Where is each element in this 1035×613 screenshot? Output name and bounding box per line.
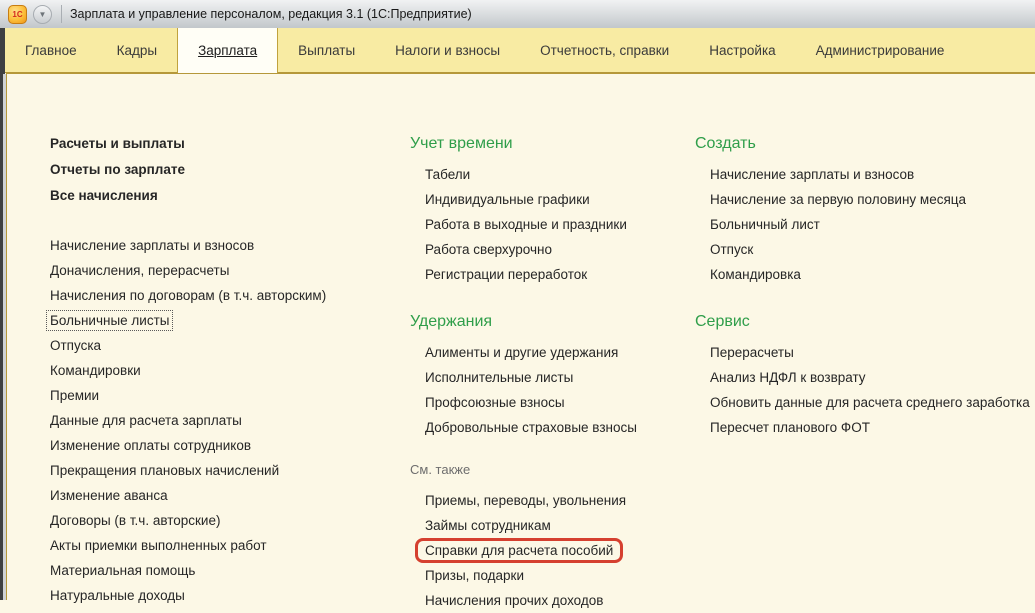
tab-zarplata[interactable]: Зарплата xyxy=(177,28,279,73)
tab-glavnoe[interactable]: Главное xyxy=(5,28,97,72)
menu-link[interactable]: Индивидуальные графики xyxy=(410,187,690,212)
menu-link-raschety-i-vyplaty[interactable]: Расчеты и выплаты xyxy=(50,131,380,157)
menu-link[interactable]: Перерасчеты xyxy=(695,340,1035,365)
menu-link[interactable]: Работа сверхурочно xyxy=(410,237,690,262)
menu-link[interactable]: Призы, подарки xyxy=(410,563,690,588)
red-highlight-box: Справки для расчета пособий xyxy=(415,538,624,563)
menu-link[interactable]: Займы сотрудникам xyxy=(410,513,690,538)
menu-column-right: Создать Начисление зарплаты и взносов На… xyxy=(695,131,1035,440)
section-header-uchet-vremeni: Учет времени xyxy=(410,135,513,152)
menu-link-focused[interactable]: Больничные листы xyxy=(46,308,380,333)
menu-link[interactable]: Изменение оплаты сотрудников xyxy=(50,433,380,458)
menu-link[interactable]: Начисление зарплаты и взносов xyxy=(695,162,1035,187)
window-title: Зарплата и управление персоналом, редакц… xyxy=(70,7,472,21)
menu-link[interactable]: Акты приемки выполненных работ xyxy=(50,533,380,558)
menu-link[interactable]: Профсоюзные взносы xyxy=(410,390,690,415)
keyboard-focus-outline: Больничные листы xyxy=(46,310,174,331)
menu-link[interactable]: Отпуска xyxy=(50,333,380,358)
main-menu-dropdown-button[interactable]: ▼ xyxy=(33,4,52,24)
menu-link[interactable]: Анализ НДФЛ к возврату xyxy=(695,365,1035,390)
menu-link[interactable]: Отпуск xyxy=(695,237,1035,262)
menu-link-otchety-po-zarplate[interactable]: Отчеты по зарплате xyxy=(50,157,380,183)
menu-column-main: Расчеты и выплаты Отчеты по зарплате Все… xyxy=(46,131,380,608)
menu-link[interactable]: Материальная помощь xyxy=(50,558,380,583)
tab-nastroyka[interactable]: Настройка xyxy=(689,28,795,72)
menu-link[interactable]: Доначисления, перерасчеты xyxy=(50,258,380,283)
menu-link[interactable]: Командировки xyxy=(50,358,380,383)
section-header-see-also: См. также xyxy=(410,462,471,477)
menu-column-middle: Учет времени Табели Индивидуальные графи… xyxy=(410,131,690,613)
section-tab-bar: Главное Кадры Зарплата Выплаты Налоги и … xyxy=(5,28,1035,73)
menu-link[interactable]: Командировка xyxy=(695,262,1035,287)
menu-link[interactable]: Регистрации переработок xyxy=(410,262,690,287)
section-header-sozdat: Создать xyxy=(695,135,756,152)
menu-link[interactable]: Данные для расчета зарплаты xyxy=(50,408,380,433)
section-header-uderzhaniya: Удержания xyxy=(410,313,493,330)
menu-link[interactable]: Натуральные доходы xyxy=(50,583,380,608)
menu-link[interactable]: Начисления по договорам (в т.ч. авторски… xyxy=(50,283,380,308)
section-header-servis: Сервис xyxy=(695,313,750,330)
app-logo-1c-icon: 1С xyxy=(8,4,27,24)
menu-link[interactable]: Договоры (в т.ч. авторские) xyxy=(50,508,380,533)
menu-link[interactable]: Больничный лист xyxy=(695,212,1035,237)
menu-link[interactable]: Начисления прочих доходов xyxy=(410,588,690,613)
menu-link[interactable]: Начисление за первую половину месяца xyxy=(695,187,1035,212)
tab-vyplaty[interactable]: Выплаты xyxy=(278,28,375,72)
title-bar: 1С ▼ Зарплата и управление персоналом, р… xyxy=(0,0,1035,29)
menu-link[interactable]: Табели xyxy=(410,162,690,187)
tab-kadry[interactable]: Кадры xyxy=(97,28,177,72)
menu-link-vse-nachisleniya[interactable]: Все начисления xyxy=(50,183,380,209)
menu-link-highlighted[interactable]: Справки для расчета пособий xyxy=(410,538,690,563)
titlebar-separator xyxy=(61,5,62,23)
menu-link[interactable]: Добровольные страховые взносы xyxy=(410,415,690,440)
tab-administrirovanie[interactable]: Администрирование xyxy=(796,28,965,72)
menu-link[interactable]: Прекращения плановых начислений xyxy=(50,458,380,483)
menu-link[interactable]: Начисление зарплаты и взносов xyxy=(50,233,380,258)
section-menu-panel: Расчеты и выплаты Отчеты по зарплате Все… xyxy=(6,73,1035,608)
menu-link[interactable]: Исполнительные листы xyxy=(410,365,690,390)
menu-link[interactable]: Работа в выходные и праздники xyxy=(410,212,690,237)
tab-nalogi-i-vznosy[interactable]: Налоги и взносы xyxy=(375,28,520,72)
menu-link[interactable]: Алименты и другие удержания xyxy=(410,340,690,365)
menu-link[interactable]: Премии xyxy=(50,383,380,408)
tab-otchetnost-spravki[interactable]: Отчетность, справки xyxy=(520,28,689,72)
menu-link[interactable]: Приемы, переводы, увольнения xyxy=(410,488,690,513)
menu-link[interactable]: Изменение аванса xyxy=(50,483,380,508)
menu-link[interactable]: Пересчет планового ФОТ xyxy=(695,415,1035,440)
menu-link[interactable]: Обновить данные для расчета среднего зар… xyxy=(695,390,1035,415)
